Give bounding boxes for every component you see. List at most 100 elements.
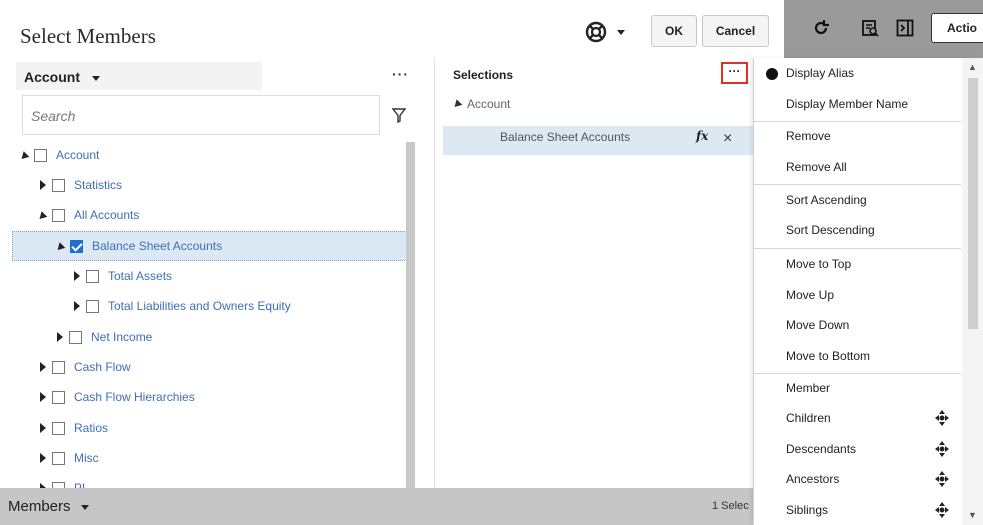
menu-item-ancestors[interactable]: Ancestors [754, 464, 961, 494]
members-dropdown[interactable]: Members [8, 498, 89, 515]
lifebuoy-icon[interactable] [585, 21, 607, 43]
chevron-down-icon [80, 504, 89, 510]
checkbox[interactable] [52, 208, 65, 222]
tree-row-cash-flow-hierarchies[interactable]: Cash Flow Hierarchies [12, 382, 407, 412]
filter-icon[interactable] [391, 108, 407, 126]
checkbox[interactable] [34, 148, 47, 162]
inspect-report-icon[interactable] [859, 17, 881, 39]
menu-item-label: Sort Descending [786, 223, 875, 237]
menu-item-member[interactable]: Member [754, 373, 961, 403]
menu-item-move-to-top[interactable]: Move to Top [754, 249, 961, 279]
expand-icon[interactable] [40, 180, 46, 190]
tree-label: Cash Flow Hierarchies [74, 390, 195, 404]
menu-item-move-up[interactable]: Move Up [754, 280, 961, 310]
dimension-dropdown[interactable]: Account [16, 62, 262, 90]
tree-row-total-liabilities[interactable]: Total Liabilities and Owners Equity [12, 291, 407, 321]
selections-dimension-label: Account [467, 97, 511, 111]
remove-icon[interactable]: × [723, 130, 732, 148]
checkbox[interactable] [86, 269, 99, 283]
menu-item-descendants[interactable]: Descendants [754, 434, 961, 464]
menu-item-display-alias[interactable]: Display Alias [754, 58, 961, 88]
selection-item[interactable]: Balance Sheet Accounts fx × [443, 126, 753, 155]
tree-scrollbar[interactable] [406, 142, 415, 488]
selection-count: 1 Selec [712, 500, 749, 512]
menu-item-siblings[interactable]: Siblings [754, 495, 961, 525]
members-label: Members [8, 498, 71, 515]
menu-item-label: Siblings [786, 503, 829, 517]
expand-icon[interactable] [36, 210, 48, 222]
menu-scrollbar[interactable]: ▲ ▼ [962, 58, 983, 525]
radio-selected-icon [766, 68, 778, 80]
function-selector-icon[interactable] [935, 502, 949, 521]
expand-icon[interactable] [54, 241, 66, 253]
expand-icon[interactable] [57, 332, 63, 342]
tree-label: Total Assets [108, 269, 173, 283]
checkbox[interactable] [52, 178, 65, 192]
menu-scroll-thumb[interactable] [968, 78, 978, 329]
menu-item-children[interactable]: Children [754, 403, 961, 433]
tree-label: Ratios [74, 421, 109, 435]
tree-label: Net Income [91, 330, 153, 344]
menu-item-label: Remove All [786, 160, 847, 174]
selection-label: Balance Sheet Accounts [500, 130, 631, 144]
tree-label: Account [56, 148, 100, 162]
tree-label: Balance Sheet Accounts [92, 239, 223, 253]
scroll-down-icon[interactable]: ▼ [968, 510, 977, 520]
actions-button[interactable]: Actio [931, 13, 983, 43]
tree-row-ratios[interactable]: Ratios [12, 413, 407, 443]
tree-row-total-assets[interactable]: Total Assets [12, 261, 407, 291]
select-members-dialog: Select Members OK Cancel Actio Account ·… [0, 0, 983, 525]
function-selector-icon[interactable] [935, 410, 949, 429]
checkbox[interactable] [86, 299, 99, 313]
checkbox-checked[interactable] [70, 239, 83, 253]
dimension-label: Account [24, 69, 80, 85]
menu-item-label: Remove [786, 129, 831, 143]
tree-row-account[interactable]: Account [12, 140, 407, 170]
expand-icon[interactable] [74, 271, 80, 281]
expand-icon[interactable] [40, 453, 46, 463]
tree-row-misc[interactable]: Misc [12, 443, 407, 473]
selections-title: Selections [453, 68, 514, 82]
chevron-down-icon [91, 75, 100, 81]
collapse-icon[interactable] [451, 98, 463, 110]
tree-row-statistics[interactable]: Statistics [12, 170, 407, 200]
menu-item-move-down[interactable]: Move Down [754, 310, 961, 340]
menu-item-sort-descending[interactable]: Sort Descending [754, 215, 961, 245]
expand-icon[interactable] [40, 362, 46, 372]
checkbox[interactable] [69, 330, 82, 344]
tree-row-cash-flow[interactable]: Cash Flow [12, 352, 407, 382]
member-tree-pane: Account ··· Search Account Statistics Al… [0, 58, 421, 495]
tree-more-icon[interactable]: ··· [392, 66, 409, 82]
chevron-down-icon[interactable] [617, 29, 625, 35]
menu-item-sort-ascending[interactable]: Sort Ascending [754, 185, 961, 215]
tree-row-net-income[interactable]: Net Income [12, 322, 407, 352]
help-menu[interactable] [585, 21, 625, 43]
menu-item-label: Ancestors [786, 472, 840, 486]
menu-item-move-to-bottom[interactable]: Move to Bottom [754, 341, 961, 371]
function-selector-icon[interactable] [935, 441, 949, 460]
function-selector-icon[interactable] [935, 471, 949, 490]
expand-icon[interactable] [40, 392, 46, 402]
menu-item-label: Children [786, 411, 831, 425]
function-icon[interactable]: fx [696, 129, 708, 143]
panel-toggle-icon[interactable] [894, 17, 916, 39]
expand-icon[interactable] [74, 301, 80, 311]
search-input[interactable]: Search [22, 95, 380, 135]
checkbox[interactable] [52, 451, 65, 465]
menu-item-label: Move Down [786, 318, 850, 332]
checkbox[interactable] [52, 360, 65, 374]
expand-icon[interactable] [18, 150, 30, 162]
refresh-icon[interactable] [810, 17, 832, 39]
tree-row-all-accounts[interactable]: All Accounts [12, 200, 407, 230]
expand-icon[interactable] [40, 423, 46, 433]
cancel-button[interactable]: Cancel [702, 15, 769, 47]
checkbox[interactable] [52, 390, 65, 404]
tree-row-balance-sheet-accounts[interactable]: Balance Sheet Accounts [12, 231, 407, 261]
menu-item-remove-all[interactable]: Remove All [754, 152, 961, 182]
menu-item-display-member-name[interactable]: Display Member Name [754, 89, 961, 119]
selections-more-button[interactable]: ··· [721, 62, 748, 84]
menu-item-remove[interactable]: Remove [754, 121, 961, 151]
ok-button[interactable]: OK [651, 15, 697, 47]
checkbox[interactable] [52, 421, 65, 435]
scroll-up-icon[interactable]: ▲ [968, 62, 977, 72]
